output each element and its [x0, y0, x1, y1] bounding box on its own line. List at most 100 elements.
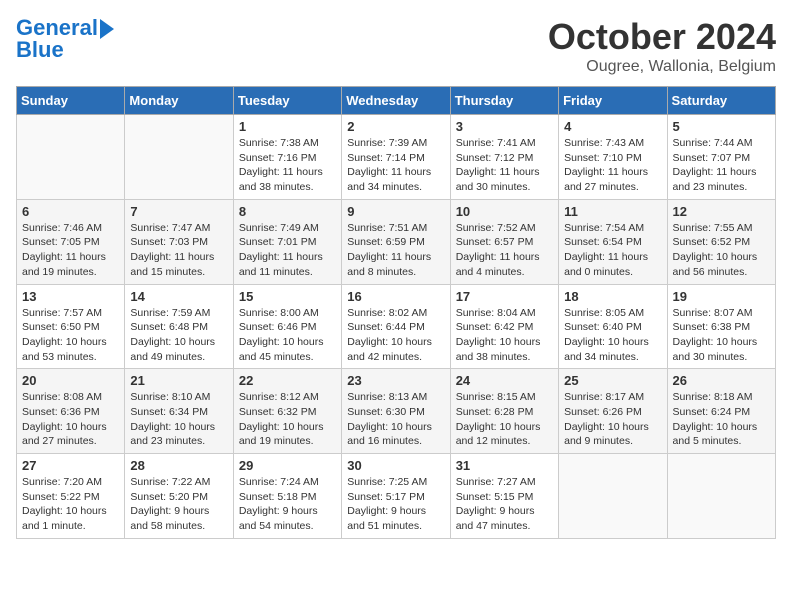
day-info: Sunrise: 7:20 AM Sunset: 5:22 PM Dayligh…	[22, 475, 119, 534]
week-row-2: 13 Sunrise: 7:57 AM Sunset: 6:50 PM Dayli…	[17, 284, 776, 369]
calendar-cell: 13 Sunrise: 7:57 AM Sunset: 6:50 PM Dayli…	[17, 284, 125, 369]
calendar-cell: 27Sunrise: 7:20 AM Sunset: 5:22 PM Dayli…	[17, 454, 125, 539]
day-info: Sunrise: 8:02 AM Sunset: 6:44 PM Dayligh…	[347, 306, 444, 365]
day-number: 23	[347, 373, 444, 388]
calendar-cell: 19 Sunrise: 8:07 AM Sunset: 6:38 PM Dayli…	[667, 284, 775, 369]
logo-blue: Blue	[16, 38, 114, 62]
day-info: Sunrise: 7:43 AM Sunset: 7:10 PM Dayligh…	[564, 136, 661, 195]
calendar-cell: 25 Sunrise: 8:17 AM Sunset: 6:26 PM Dayli…	[559, 369, 667, 454]
day-info: Sunrise: 8:17 AM Sunset: 6:26 PM Dayligh…	[564, 390, 661, 449]
header-cell-wednesday: Wednesday	[342, 87, 450, 115]
week-row-4: 27Sunrise: 7:20 AM Sunset: 5:22 PM Dayli…	[17, 454, 776, 539]
calendar-cell: 24Sunrise: 8:15 AM Sunset: 6:28 PM Dayli…	[450, 369, 558, 454]
calendar-cell: 10 Sunrise: 7:52 AM Sunset: 6:57 PM Dayli…	[450, 199, 558, 284]
calendar-cell: 23 Sunrise: 8:13 AM Sunset: 6:30 PM Dayli…	[342, 369, 450, 454]
day-number: 26	[673, 373, 770, 388]
calendar-cell: 30Sunrise: 7:25 AM Sunset: 5:17 PM Dayli…	[342, 454, 450, 539]
header-cell-tuesday: Tuesday	[233, 87, 341, 115]
calendar-cell: 2 Sunrise: 7:39 AM Sunset: 7:14 PM Daylig…	[342, 115, 450, 200]
logo-arrow-icon	[100, 19, 114, 39]
day-info: Sunrise: 7:24 AM Sunset: 5:18 PM Dayligh…	[239, 475, 336, 534]
day-number: 2	[347, 119, 444, 134]
calendar-cell	[17, 115, 125, 200]
day-info: Sunrise: 7:51 AM Sunset: 6:59 PM Dayligh…	[347, 221, 444, 280]
day-info: Sunrise: 8:18 AM Sunset: 6:24 PM Dayligh…	[673, 390, 770, 449]
day-number: 10	[456, 204, 553, 219]
day-info: Sunrise: 8:15 AM Sunset: 6:28 PM Dayligh…	[456, 390, 553, 449]
day-info: Sunrise: 8:00 AM Sunset: 6:46 PM Dayligh…	[239, 306, 336, 365]
day-number: 16	[347, 289, 444, 304]
day-info: Sunrise: 8:12 AM Sunset: 6:32 PM Dayligh…	[239, 390, 336, 449]
calendar-cell: 26 Sunrise: 8:18 AM Sunset: 6:24 PM Dayli…	[667, 369, 775, 454]
day-number: 4	[564, 119, 661, 134]
day-number: 30	[347, 458, 444, 473]
day-number: 29	[239, 458, 336, 473]
day-info: Sunrise: 7:54 AM Sunset: 6:54 PM Dayligh…	[564, 221, 661, 280]
calendar-cell: 8Sunrise: 7:49 AM Sunset: 7:01 PM Daylig…	[233, 199, 341, 284]
calendar-cell: 15 Sunrise: 8:00 AM Sunset: 6:46 PM Dayli…	[233, 284, 341, 369]
day-number: 13	[22, 289, 119, 304]
logo: General Blue	[16, 16, 114, 62]
day-info: Sunrise: 7:57 AM Sunset: 6:50 PM Dayligh…	[22, 306, 119, 365]
day-info: Sunrise: 8:04 AM Sunset: 6:42 PM Dayligh…	[456, 306, 553, 365]
calendar-cell	[667, 454, 775, 539]
calendar-cell: 31Sunrise: 7:27 AM Sunset: 5:15 PM Dayli…	[450, 454, 558, 539]
calendar-cell: 12 Sunrise: 7:55 AM Sunset: 6:52 PM Dayli…	[667, 199, 775, 284]
calendar-cell: 20Sunrise: 8:08 AM Sunset: 6:36 PM Dayli…	[17, 369, 125, 454]
day-number: 5	[673, 119, 770, 134]
calendar-cell: 7 Sunrise: 7:47 AM Sunset: 7:03 PM Daylig…	[125, 199, 233, 284]
day-number: 7	[130, 204, 227, 219]
calendar-cell: 29 Sunrise: 7:24 AM Sunset: 5:18 PM Dayli…	[233, 454, 341, 539]
day-info: Sunrise: 7:52 AM Sunset: 6:57 PM Dayligh…	[456, 221, 553, 280]
day-number: 28	[130, 458, 227, 473]
day-info: Sunrise: 7:22 AM Sunset: 5:20 PM Dayligh…	[130, 475, 227, 534]
week-row-1: 6Sunrise: 7:46 AM Sunset: 7:05 PM Daylig…	[17, 199, 776, 284]
day-number: 25	[564, 373, 661, 388]
day-info: Sunrise: 8:07 AM Sunset: 6:38 PM Dayligh…	[673, 306, 770, 365]
day-info: Sunrise: 7:27 AM Sunset: 5:15 PM Dayligh…	[456, 475, 553, 534]
header-cell-sunday: Sunday	[17, 87, 125, 115]
day-number: 18	[564, 289, 661, 304]
calendar-cell	[125, 115, 233, 200]
day-number: 3	[456, 119, 553, 134]
calendar-cell: 6Sunrise: 7:46 AM Sunset: 7:05 PM Daylig…	[17, 199, 125, 284]
day-info: Sunrise: 7:59 AM Sunset: 6:48 PM Dayligh…	[130, 306, 227, 365]
day-info: Sunrise: 8:05 AM Sunset: 6:40 PM Dayligh…	[564, 306, 661, 365]
day-number: 15	[239, 289, 336, 304]
calendar-cell: 28 Sunrise: 7:22 AM Sunset: 5:20 PM Dayli…	[125, 454, 233, 539]
calendar-cell: 11 Sunrise: 7:54 AM Sunset: 6:54 PM Dayli…	[559, 199, 667, 284]
day-number: 9	[347, 204, 444, 219]
day-info: Sunrise: 7:55 AM Sunset: 6:52 PM Dayligh…	[673, 221, 770, 280]
header-cell-saturday: Saturday	[667, 87, 775, 115]
day-info: Sunrise: 8:08 AM Sunset: 6:36 PM Dayligh…	[22, 390, 119, 449]
day-number: 19	[673, 289, 770, 304]
calendar-cell: 18 Sunrise: 8:05 AM Sunset: 6:40 PM Dayli…	[559, 284, 667, 369]
calendar-cell: 16 Sunrise: 8:02 AM Sunset: 6:44 PM Dayli…	[342, 284, 450, 369]
day-info: Sunrise: 7:39 AM Sunset: 7:14 PM Dayligh…	[347, 136, 444, 195]
calendar-cell: 14 Sunrise: 7:59 AM Sunset: 6:48 PM Dayli…	[125, 284, 233, 369]
calendar-table: SundayMondayTuesdayWednesdayThursdayFrid…	[16, 86, 776, 539]
day-number: 14	[130, 289, 227, 304]
calendar-cell: 22Sunrise: 8:12 AM Sunset: 6:32 PM Dayli…	[233, 369, 341, 454]
day-number: 6	[22, 204, 119, 219]
header-cell-friday: Friday	[559, 87, 667, 115]
calendar-cell: 9 Sunrise: 7:51 AM Sunset: 6:59 PM Daylig…	[342, 199, 450, 284]
calendar-title: October 2024	[548, 16, 776, 58]
calendar-cell: 17 Sunrise: 8:04 AM Sunset: 6:42 PM Dayli…	[450, 284, 558, 369]
day-number: 12	[673, 204, 770, 219]
day-info: Sunrise: 7:47 AM Sunset: 7:03 PM Dayligh…	[130, 221, 227, 280]
day-info: Sunrise: 7:38 AM Sunset: 7:16 PM Dayligh…	[239, 136, 336, 195]
day-info: Sunrise: 8:13 AM Sunset: 6:30 PM Dayligh…	[347, 390, 444, 449]
week-row-0: 1 Sunrise: 7:38 AM Sunset: 7:16 PM Daylig…	[17, 115, 776, 200]
calendar-cell	[559, 454, 667, 539]
day-number: 17	[456, 289, 553, 304]
calendar-cell: 1 Sunrise: 7:38 AM Sunset: 7:16 PM Daylig…	[233, 115, 341, 200]
day-info: Sunrise: 7:44 AM Sunset: 7:07 PM Dayligh…	[673, 136, 770, 195]
calendar-cell: 5 Sunrise: 7:44 AM Sunset: 7:07 PM Daylig…	[667, 115, 775, 200]
calendar-cell: 4 Sunrise: 7:43 AM Sunset: 7:10 PM Daylig…	[559, 115, 667, 200]
week-row-3: 20Sunrise: 8:08 AM Sunset: 6:36 PM Dayli…	[17, 369, 776, 454]
calendar-cell: 21Sunrise: 8:10 AM Sunset: 6:34 PM Dayli…	[125, 369, 233, 454]
day-number: 1	[239, 119, 336, 134]
calendar-cell: 3Sunrise: 7:41 AM Sunset: 7:12 PM Daylig…	[450, 115, 558, 200]
day-number: 11	[564, 204, 661, 219]
